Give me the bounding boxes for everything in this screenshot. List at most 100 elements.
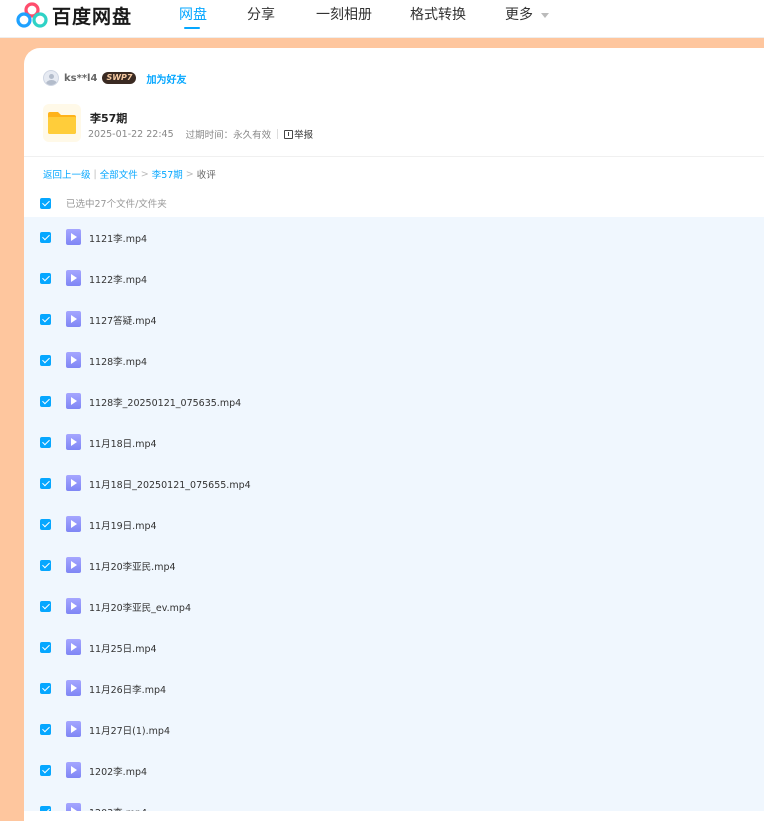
file-name[interactable]: 11月18日_20250121_075655.mp4 [89, 477, 251, 491]
file-checkbox[interactable] [40, 355, 51, 366]
nav-tab-format-convert[interactable]: 格式转换 [410, 4, 466, 24]
active-tab-indicator [184, 27, 200, 29]
file-name[interactable]: 1203李.mp4 [89, 805, 147, 811]
file-row[interactable]: 1203李.mp4 [24, 791, 764, 811]
meta-divider [277, 129, 279, 139]
video-file-icon [66, 762, 81, 778]
share-meta: 2025-01-22 22:45 过期时间：永久有效 举报 [88, 127, 313, 142]
logo-text: 百度网盘 [52, 5, 133, 28]
add-friend-link[interactable]: 加为好友 [146, 71, 186, 86]
video-file-icon [66, 598, 81, 614]
share-title: 李57期 [90, 112, 128, 125]
breadcrumb-separator: > [185, 168, 194, 180]
sharer-username[interactable]: ks**l4 [64, 73, 97, 84]
nav-tab-more[interactable]: 更多 [505, 4, 549, 24]
breadcrumb-all-files[interactable]: 全部文件 [100, 167, 138, 181]
select-all-row: 已选中27个文件/文件夹 [40, 196, 167, 210]
share-card: ks**l4 SWP7 加为好友 李57期 2025-01-22 22:45 过… [24, 48, 764, 821]
nav-more-label: 更多 [505, 7, 533, 23]
file-name[interactable]: 11月20李亚民_ev.mp4 [89, 600, 191, 614]
breadcrumb-folder[interactable]: 李57期 [152, 167, 183, 181]
file-checkbox[interactable] [40, 478, 51, 489]
report-label: 举报 [294, 130, 314, 141]
file-row[interactable]: 1127答疑.mp4 [24, 299, 764, 340]
video-file-icon [66, 721, 81, 737]
file-checkbox[interactable] [40, 273, 51, 284]
nav-tab-share[interactable]: 分享 [247, 4, 275, 24]
file-name[interactable]: 11月18日.mp4 [89, 436, 157, 450]
file-checkbox[interactable] [40, 683, 51, 694]
nav-tab-netdisk[interactable]: 网盘 [179, 4, 207, 24]
file-name[interactable]: 1121李.mp4 [89, 231, 147, 245]
selection-count: 已选中27个文件/文件夹 [66, 199, 167, 210]
folder-icon [43, 104, 81, 142]
breadcrumb-back[interactable]: 返回上一级 [43, 167, 91, 181]
file-row[interactable]: 1122李.mp4 [24, 258, 764, 299]
file-name[interactable]: 1128李_20250121_075635.mp4 [89, 395, 241, 409]
file-checkbox[interactable] [40, 806, 51, 811]
video-file-icon [66, 352, 81, 368]
file-checkbox[interactable] [40, 560, 51, 571]
file-row[interactable]: 11月20李亚民.mp4 [24, 545, 764, 586]
video-file-icon [66, 475, 81, 491]
file-name[interactable]: 1202李.mp4 [89, 764, 147, 778]
file-checkbox[interactable] [40, 396, 51, 407]
breadcrumb-bar: | [93, 168, 97, 180]
file-name[interactable]: 1127答疑.mp4 [89, 313, 157, 327]
file-row[interactable]: 11月19日.mp4 [24, 504, 764, 545]
video-file-icon [66, 229, 81, 245]
file-name[interactable]: 11月19日.mp4 [89, 518, 157, 532]
video-file-icon [66, 393, 81, 409]
report-button[interactable]: 举报 [284, 127, 313, 141]
file-checkbox[interactable] [40, 601, 51, 612]
vip-badge: SWP7 [102, 72, 137, 84]
file-row[interactable]: 1128李_20250121_075635.mp4 [24, 381, 764, 422]
file-row[interactable]: 11月27日(1).mp4 [24, 709, 764, 750]
file-row[interactable]: 11月18日_20250121_075655.mp4 [24, 463, 764, 504]
breadcrumb-separator: > [140, 168, 149, 180]
nav-tab-moment-album[interactable]: 一刻相册 [316, 4, 372, 24]
file-checkbox[interactable] [40, 724, 51, 735]
file-row[interactable]: 11月26日李.mp4 [24, 668, 764, 709]
divider [24, 156, 764, 157]
file-name[interactable]: 11月20李亚民.mp4 [89, 559, 176, 573]
file-row[interactable]: 1121李.mp4 [24, 217, 764, 258]
baidu-netdisk-logo-icon [16, 2, 48, 28]
file-checkbox[interactable] [40, 765, 51, 776]
video-file-icon [66, 639, 81, 655]
video-file-icon [66, 680, 81, 696]
breadcrumb: 返回上一级 | 全部文件 > 李57期 > 收评 [43, 167, 216, 182]
file-row[interactable]: 11月25日.mp4 [24, 627, 764, 668]
file-name[interactable]: 11月27日(1).mp4 [89, 723, 170, 737]
share-expiry: 过期时间：永久有效 [185, 130, 272, 141]
file-checkbox[interactable] [40, 314, 51, 325]
file-checkbox[interactable] [40, 437, 51, 448]
file-row[interactable]: 1128李.mp4 [24, 340, 764, 381]
file-name[interactable]: 11月25日.mp4 [89, 641, 157, 655]
select-all-checkbox[interactable] [40, 197, 51, 209]
file-row[interactable]: 11月20李亚民_ev.mp4 [24, 586, 764, 627]
avatar[interactable] [43, 70, 59, 86]
file-name[interactable]: 1128李.mp4 [89, 354, 147, 368]
video-file-icon [66, 803, 81, 811]
file-checkbox[interactable] [40, 232, 51, 243]
video-file-icon [66, 516, 81, 532]
video-file-icon [66, 311, 81, 327]
file-checkbox[interactable] [40, 519, 51, 530]
chevron-down-icon [541, 12, 549, 18]
file-checkbox[interactable] [40, 642, 51, 653]
video-file-icon [66, 434, 81, 450]
logo[interactable]: 百度网盘 [16, 0, 132, 30]
video-file-icon [66, 270, 81, 286]
file-row[interactable]: 1202李.mp4 [24, 750, 764, 791]
share-date: 2025-01-22 22:45 [88, 128, 174, 140]
breadcrumb-current: 收评 [196, 170, 216, 181]
top-nav: 百度网盘 网盘 分享 一刻相册 格式转换 更多 [0, 0, 764, 38]
file-list: 1121李.mp4 1122李.mp4 1127答疑.mp4 1128李.mp4 112… [24, 217, 764, 811]
file-name[interactable]: 11月26日李.mp4 [89, 682, 166, 696]
file-name[interactable]: 1122李.mp4 [89, 272, 147, 286]
report-icon [284, 129, 294, 139]
file-row[interactable]: 11月18日.mp4 [24, 422, 764, 463]
sharer-info: ks**l4 SWP7 加为好友 [43, 70, 186, 86]
video-file-icon [66, 557, 81, 573]
